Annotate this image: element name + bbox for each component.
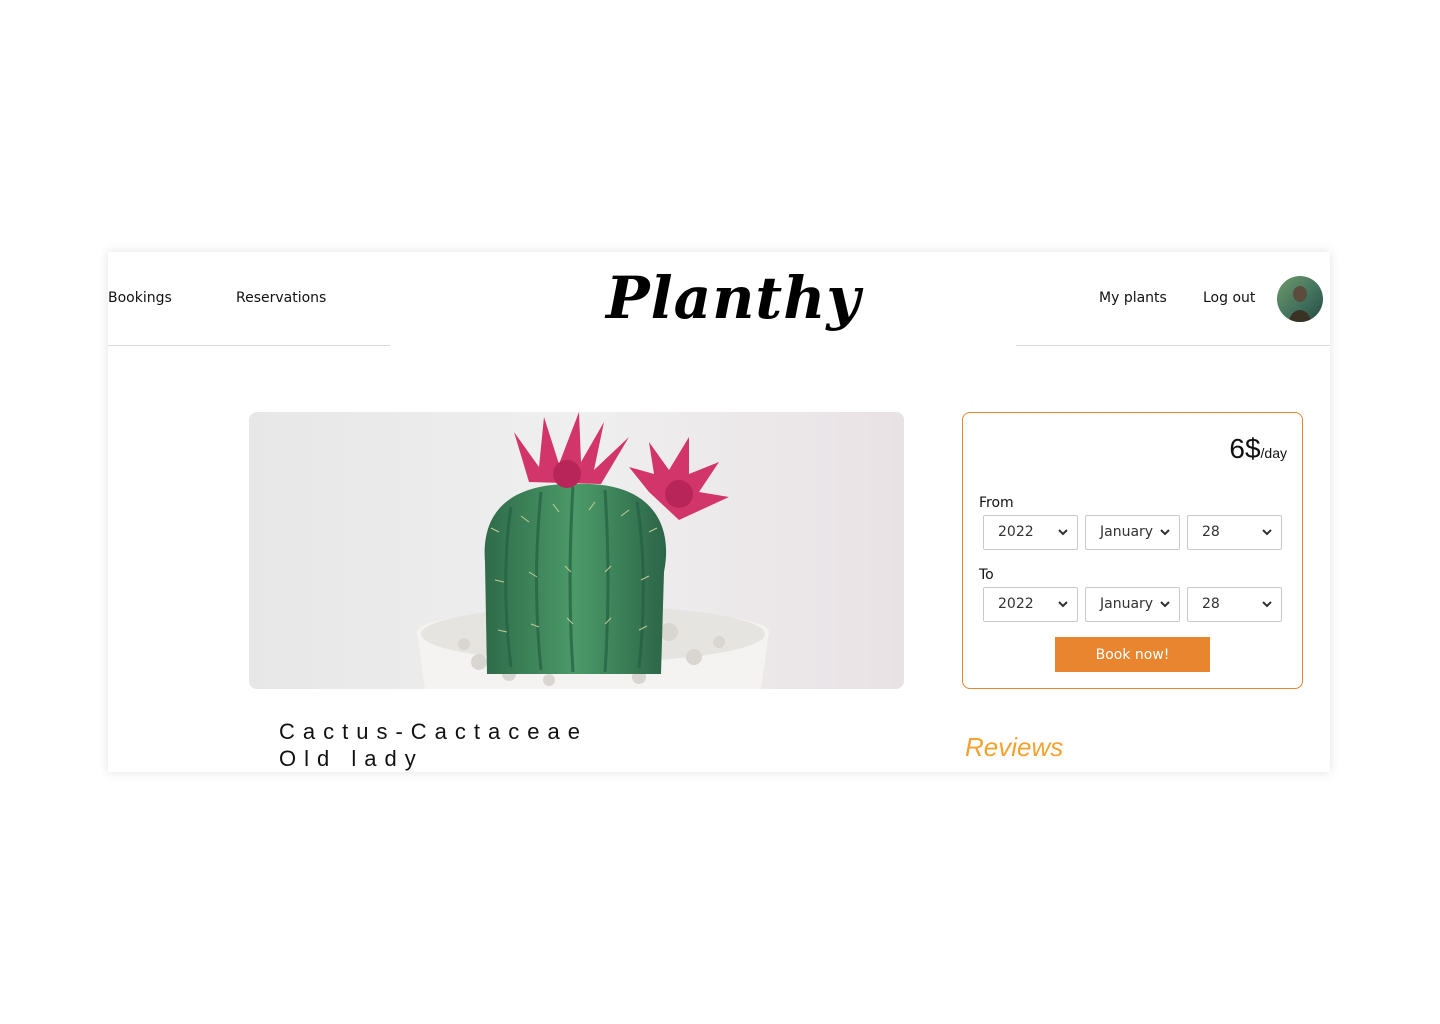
plant-photo [249,412,904,689]
to-day-select[interactable]: 28 [1187,587,1282,622]
from-year-select[interactable]: 2022 [983,515,1078,550]
chevron-down-icon [1258,516,1276,549]
chevron-down-icon [1156,516,1174,549]
booking-card: 6$/day From 2022 January 28 To 2022 Janu… [962,412,1303,689]
nav-divider-left [108,345,390,346]
from-year-value: 2022 [998,524,1034,540]
from-day-select[interactable]: 28 [1187,515,1282,550]
to-month-value: January [1100,596,1154,612]
chevron-down-icon [1156,588,1174,621]
from-month-select[interactable]: January [1085,515,1180,550]
nav-log-out-link[interactable]: Log out [1203,290,1255,306]
price: 6$/day [1229,433,1287,465]
avatar-image [1277,276,1323,322]
chevron-down-icon [1054,516,1072,549]
to-month-select[interactable]: January [1085,587,1180,622]
plant-name-line1: Cactus-Cactaceae [279,719,588,744]
logo[interactable]: Planthy [606,264,861,332]
from-month-value: January [1100,524,1154,540]
book-now-button[interactable]: Book now! [1055,637,1210,672]
to-label: To [979,567,994,583]
to-year-value: 2022 [998,596,1034,612]
chevron-down-icon [1054,588,1072,621]
from-label: From [979,495,1014,511]
chevron-down-icon [1258,588,1276,621]
from-day-value: 28 [1202,524,1220,540]
to-year-select[interactable]: 2022 [983,587,1078,622]
to-day-value: 28 [1202,596,1220,612]
app-window: Bookings Reservations Planthy My plants … [108,252,1330,772]
nav-divider-right [1016,345,1330,346]
nav-bookings-link[interactable]: Bookings [108,290,172,306]
nav-my-plants-link[interactable]: My plants [1099,290,1167,306]
avatar[interactable] [1277,276,1323,322]
price-value: 6$ [1229,433,1261,464]
plant-name-line2: Old lady [279,746,424,771]
price-unit: /day [1260,445,1287,461]
reviews-heading: Reviews [965,732,1064,762]
nav-reservations-link[interactable]: Reservations [236,290,326,306]
